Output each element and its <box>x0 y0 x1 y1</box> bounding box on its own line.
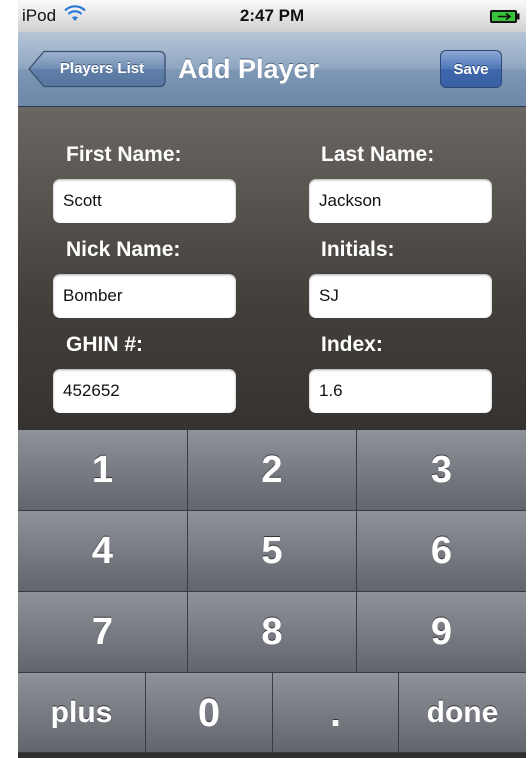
initials-field[interactable]: SJ <box>309 274 492 318</box>
key-7[interactable]: 7 <box>18 592 188 673</box>
player-form: First Name: Scott Last Name: Jackson Nic… <box>18 107 526 430</box>
status-bar: iPod 2:47 PM <box>18 0 526 32</box>
number-keypad: 1 2 3 4 5 6 7 8 9 plus 0 . done <box>18 430 526 758</box>
key-3[interactable]: 3 <box>357 430 526 511</box>
device-screen: iPod 2:47 PM Players List Add Player Sav… <box>18 0 526 758</box>
battery-icon <box>490 10 520 23</box>
index-label: Index: <box>321 333 383 356</box>
key-5[interactable]: 5 <box>188 511 357 592</box>
key-9[interactable]: 9 <box>357 592 526 673</box>
initials-label: Initials: <box>321 238 395 261</box>
key-6[interactable]: 6 <box>357 511 526 592</box>
ghin-field[interactable]: 452652 <box>53 369 236 413</box>
players-list-back-button[interactable]: Players List <box>28 50 166 88</box>
last-name-field[interactable]: Jackson <box>309 179 492 223</box>
first-name-field[interactable]: Scott <box>53 179 236 223</box>
done-key[interactable]: done <box>399 673 526 753</box>
first-name-label: First Name: <box>66 143 182 166</box>
back-button-label: Players List <box>59 60 145 77</box>
key-1[interactable]: 1 <box>18 430 188 511</box>
page-title: Add Player <box>178 54 320 84</box>
key-2[interactable]: 2 <box>188 430 357 511</box>
status-time: 2:47 PM <box>239 6 305 25</box>
navigation-bar: Players List Add Player Save <box>18 32 526 107</box>
decimal-point-key[interactable]: . <box>273 673 399 753</box>
key-8[interactable]: 8 <box>188 592 357 673</box>
nick-name-field[interactable]: Bomber <box>53 274 236 318</box>
ghin-label: GHIN #: <box>66 333 144 356</box>
key-4[interactable]: 4 <box>18 511 188 592</box>
key-0[interactable]: 0 <box>146 673 273 753</box>
plus-key[interactable]: plus <box>18 673 146 753</box>
save-button[interactable]: Save <box>440 50 502 88</box>
last-name-label: Last Name: <box>321 143 435 166</box>
index-field[interactable]: 1.6 <box>309 369 492 413</box>
nick-name-label: Nick Name: <box>66 238 181 261</box>
